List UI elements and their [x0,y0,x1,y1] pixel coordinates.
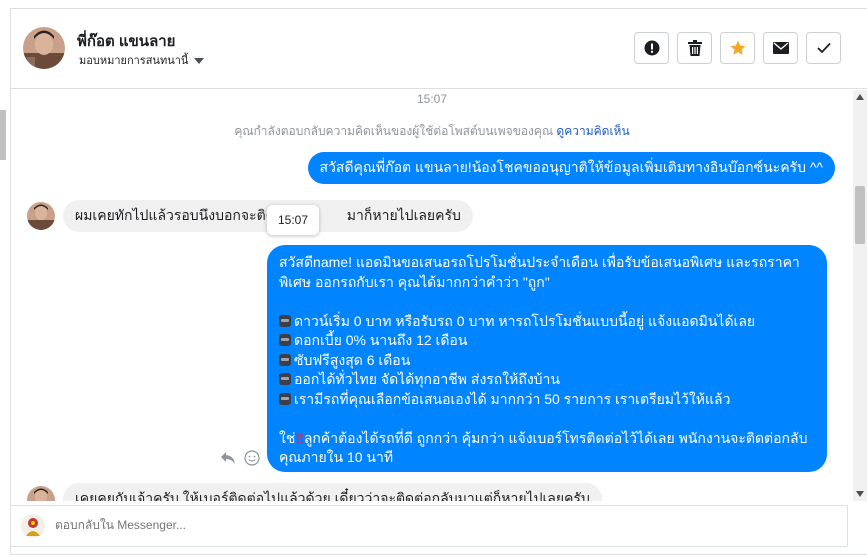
header-actions [634,32,841,64]
exclamation-circle-icon [644,40,659,56]
reply-input[interactable] [55,518,755,532]
message-text-end: มาก็หายไปเลยครับ [346,207,461,223]
page-avatar [21,514,45,538]
sender-avatar[interactable] [27,202,55,230]
star-button[interactable] [720,32,755,64]
checkmark-icon [816,42,831,54]
conversation-panel: พี่ก๊อต แขนลาย มอบหมายการสนทนานี้ 15:07 … [10,8,867,555]
contact-avatar[interactable] [23,27,65,69]
promo-intro: สวัสดีname! แอดมินขอเสนอรถโปรโมชั่นประจำ… [279,254,800,290]
reply-context-notice: คุณกำลังตอบกลับความคิดเห็นของผู้ใช้ต่อโพ… [11,122,853,141]
scroll-down-arrow-icon[interactable] [856,491,864,497]
car-emoji-icon [279,373,291,385]
car-emoji-icon [279,353,291,366]
delete-button[interactable] [677,32,712,64]
message-thread: 15:07 คุณกำลังตอบกลับความคิดเห็นของผู้ใช… [11,90,853,501]
car-emoji-icon [279,334,291,346]
conversation-header: พี่ก๊อต แขนลาย มอบหมายการสนทนานี้ [11,9,867,89]
view-comment-link[interactable]: ดูความคิดเห็น [556,124,629,138]
message-text-start: ผมเคยทักไปแล้วรอบนึงบอกจะติด [75,207,275,223]
promo-bullet: ดอกเบี้ย 0% นานถึง 12 เดือน [279,331,815,351]
reply-icon[interactable] [219,449,237,467]
outer-scrollbar-thumb[interactable] [0,110,6,160]
car-emoji-icon [279,392,291,405]
message-incoming[interactable]: เคยคุยกับเจ้าครับ ให้เบอร์ติดต่อไปแล้วด้… [63,483,602,501]
contact-name: พี่ก๊อต แขนลาย [77,33,176,50]
sender-avatar[interactable] [27,486,55,501]
message-outgoing-promo[interactable]: สวัสดีname! แอดมินขอเสนอรถโปรโมชั่นประจำ… [267,245,827,472]
star-icon [730,40,745,55]
assign-label: มอบหมายการสนทนานี้ [79,55,189,67]
assign-conversation-dropdown[interactable]: มอบหมายการสนทนานี้ [79,51,205,69]
timestamp: 15:07 [416,92,448,106]
promo-closing: ใช่‼ลูกค้าต้องได้รถที่ดี ถูกกว่า คุ้มกว่… [279,429,808,466]
reply-context-text: คุณกำลังตอบกลับความคิดเห็นของผู้ใช้ต่อโพ… [234,124,554,138]
scrollbar-thumb[interactable] [855,186,865,244]
caret-down-icon [194,57,205,64]
envelope-icon [772,42,789,54]
trash-icon [687,40,702,56]
mark-unread-button[interactable] [763,32,798,64]
promo-bullet: เรามีรถที่คุณเลือกข้อเสนอเองได้ มากกว่า … [279,390,815,410]
reply-composer [10,505,848,547]
mark-done-button[interactable] [806,32,841,64]
promo-bullet: ซับฟรีสูงสุด 6 เดือน [279,351,815,371]
message-tools [219,449,261,467]
spam-button[interactable] [634,32,669,64]
promo-bullet: ดาวน์เริ่ม 0 บาท หรือรับรถ 0 บาท หารถโปร… [279,312,815,332]
scroll-up-arrow-icon[interactable] [856,94,864,100]
promo-bullet: ออกได้ทั่วไทย จัดได้ทุกอาชีพ ส่งรถให้ถึง… [279,370,815,390]
thread-scrollbar[interactable] [853,90,867,501]
emoji-reaction-icon[interactable] [243,449,261,467]
double-exclamation-icon: ‼ [295,429,304,446]
time-tooltip: 15:07 [267,205,319,235]
message-outgoing[interactable]: สวัสดีคุณพี่ก๊อต แขนลาย!น้องโชคขออนุญาติ… [307,152,835,184]
car-emoji-icon [279,314,291,327]
